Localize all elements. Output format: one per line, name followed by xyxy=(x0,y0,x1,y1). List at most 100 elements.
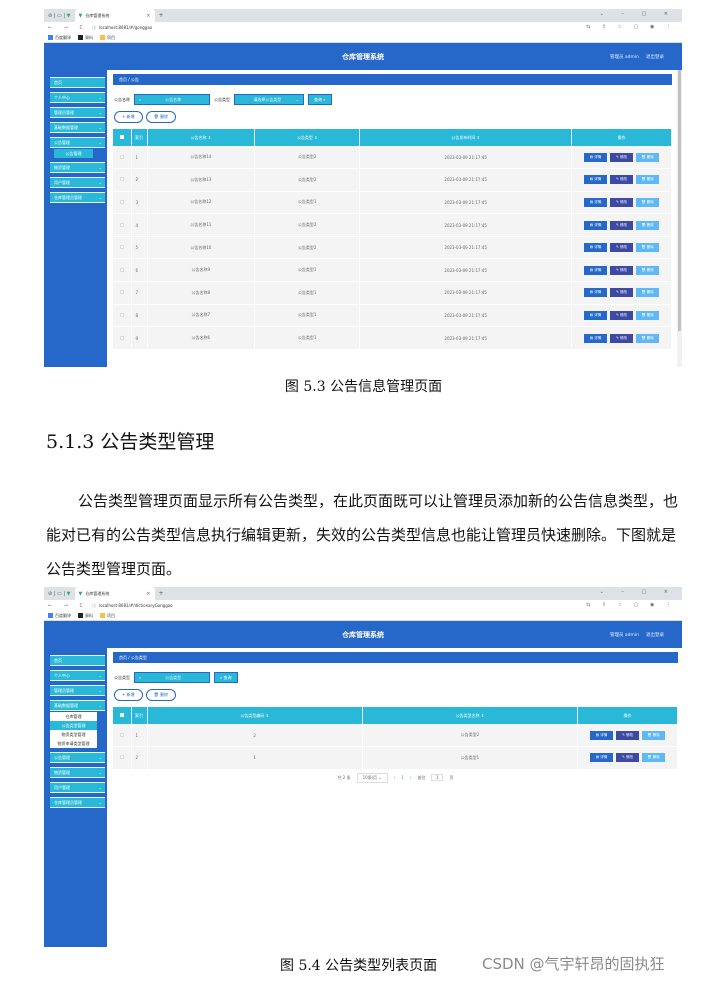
edit-button[interactable]: ✎ 修改 xyxy=(610,220,633,230)
browser-toolbar-icons[interactable]: ⇆ ⇪ ☆ ▢ ◉ ⋮ xyxy=(586,602,676,608)
add-button[interactable]: + 新增 xyxy=(114,689,143,701)
detail-button[interactable]: ▤ 详情 xyxy=(590,753,613,763)
sidebar-item-profile[interactable]: 个人中心 ⌄ xyxy=(50,670,105,681)
bookmark-item[interactable]: 百度翻译 xyxy=(48,35,71,41)
edit-button[interactable]: ✎ 修改 xyxy=(610,310,633,320)
sidebar-item-basic-data[interactable]: 基础数据管理 ⌄ xyxy=(50,700,105,711)
url-field[interactable]: localhost:8081/#/dictionaryGonggao xyxy=(99,603,173,608)
row-checkbox[interactable] xyxy=(113,236,132,260)
row-delete-button[interactable]: 🗑 删除 xyxy=(636,310,659,320)
search-button[interactable]: 查询 ⌕ xyxy=(308,94,332,105)
sidebar-item-materials[interactable]: 物资管理 ⌄ xyxy=(50,162,105,173)
edit-button[interactable]: ✎ 修改 xyxy=(610,333,633,343)
row-delete-button[interactable]: 🗑 删除 xyxy=(636,220,659,230)
row-checkbox[interactable] xyxy=(113,326,132,350)
select-all-checkbox[interactable] xyxy=(113,707,132,724)
detail-button[interactable]: ▤ 详情 xyxy=(584,265,607,275)
sidebar-item-home[interactable]: 首页 xyxy=(50,655,105,666)
bookmark-item[interactable]: 資料 xyxy=(78,35,93,41)
close-tab-icon[interactable]: × xyxy=(146,13,150,19)
detail-button[interactable]: ▤ 详情 xyxy=(584,220,607,230)
row-checkbox[interactable] xyxy=(113,191,132,215)
sidebar-item-admins[interactable]: 管理员管理 ⌄ xyxy=(50,685,105,696)
bookmark-item[interactable]: 百度翻译 xyxy=(48,613,71,619)
detail-button[interactable]: ▤ 详情 xyxy=(584,243,607,253)
row-checkbox[interactable] xyxy=(113,258,132,283)
row-checkbox[interactable] xyxy=(113,213,132,237)
delete-button[interactable]: 🗑 删除 xyxy=(145,689,176,701)
row-delete-button[interactable]: 🗑 删除 xyxy=(636,333,659,343)
detail-button[interactable]: ▤ 详情 xyxy=(584,197,607,207)
add-button[interactable]: + 新增 xyxy=(114,111,143,123)
sidebar-item-announcements[interactable]: 公告管理 ⌄ xyxy=(50,752,105,763)
edit-button[interactable]: ✎ 修改 xyxy=(616,730,639,740)
row-delete-button[interactable]: 🗑 删除 xyxy=(636,197,659,207)
nav-buttons[interactable]: ← → C xyxy=(48,603,88,609)
submenu-item-announcement-type[interactable]: 公告类型管理 xyxy=(50,721,97,730)
edit-button[interactable]: ✎ 修改 xyxy=(610,265,633,275)
sidebar-item-admins[interactable]: 管理员管理 ⌄ xyxy=(50,107,105,118)
detail-button[interactable]: ▤ 详情 xyxy=(584,288,607,298)
sidebar-item-home[interactable]: 首页 xyxy=(50,77,105,88)
type-search-input[interactable]: ⌕ 公告类型 xyxy=(134,672,210,683)
sidebar-item-users[interactable]: 用户管理 ⌄ xyxy=(50,177,105,188)
col-time[interactable]: 公告发布时间 ⇕ xyxy=(359,129,572,146)
new-tab-icon[interactable]: + xyxy=(159,12,164,19)
row-delete-button[interactable]: 🗑 删除 xyxy=(636,265,659,275)
row-delete-button[interactable]: 🗑 删除 xyxy=(636,243,659,253)
tab-actions-icon[interactable]: ⊘ | ▭ | ▼ xyxy=(48,13,71,19)
new-tab-icon[interactable]: + xyxy=(159,590,164,597)
row-checkbox[interactable] xyxy=(113,746,132,770)
nav-buttons[interactable]: ← → C xyxy=(48,25,88,31)
tab-actions-icon[interactable]: ⊘ | ▭ | ▼ xyxy=(48,591,71,597)
submenu-item-warehouse[interactable]: 仓库管理 xyxy=(50,712,97,721)
row-checkbox[interactable] xyxy=(113,168,132,192)
row-checkbox[interactable] xyxy=(113,724,132,748)
edit-button[interactable]: ✎ 修改 xyxy=(610,243,633,253)
window-controls[interactable]: ⌄ – ▢ × xyxy=(600,589,676,595)
row-delete-button[interactable]: 🗑 删除 xyxy=(636,152,659,162)
col-type[interactable]: 公告类型 ⇕ xyxy=(254,129,361,146)
row-checkbox[interactable] xyxy=(113,281,132,305)
sidebar-item-warehouse-admins[interactable]: 仓库管理员管理 ⌄ xyxy=(50,192,105,203)
row-delete-button[interactable]: 🗑 删除 xyxy=(636,175,659,185)
col-code[interactable]: 公告类型编码 ⇕ xyxy=(147,707,363,724)
sidebar-item-profile[interactable]: 个人中心 ⌄ xyxy=(50,92,105,103)
delete-button[interactable]: 🗑 删除 xyxy=(145,111,176,123)
edit-button[interactable]: ✎ 修改 xyxy=(610,152,633,162)
type-select[interactable]: 请选择公告类型 ⌄ xyxy=(234,94,304,105)
row-delete-button[interactable]: 🗑 删除 xyxy=(642,730,665,740)
browser-tab[interactable]: ▼ 仓库管理系统 × xyxy=(74,9,155,22)
page-size-select[interactable]: 10条/页 ⌄ xyxy=(356,772,388,783)
edit-button[interactable]: ✎ 修改 xyxy=(616,753,639,763)
submenu-item-material-type[interactable]: 物资类型管理 xyxy=(50,730,97,739)
sidebar-item-materials[interactable]: 物资管理 ⌄ xyxy=(50,767,105,778)
submenu-item-material-request-type[interactable]: 物资申请类型管理 xyxy=(50,739,97,748)
url-field[interactable]: localhost:8081/#/gonggao xyxy=(99,25,152,30)
detail-button[interactable]: ▤ 详情 xyxy=(590,730,613,740)
name-search-input[interactable]: ⌕ 公告名称 xyxy=(134,94,210,105)
sidebar-subitem-announcements[interactable]: 公告管理 xyxy=(54,149,93,158)
sidebar-item-warehouse-admins[interactable]: 仓库管理员管理 ⌄ xyxy=(50,797,105,808)
edit-button[interactable]: ✎ 修改 xyxy=(610,175,633,185)
select-all-checkbox[interactable] xyxy=(113,129,132,146)
col-name[interactable]: 公告名称 ⇕ xyxy=(147,129,256,146)
sidebar-item-users[interactable]: 用户管理 ⌄ xyxy=(50,782,105,793)
bookmark-item[interactable]: 資料 xyxy=(78,613,93,619)
logout-link[interactable]: 退出登录 xyxy=(646,632,664,638)
browser-tab[interactable]: ▼ 仓库管理系统 × xyxy=(74,587,155,600)
row-checkbox[interactable] xyxy=(113,146,132,170)
sidebar-item-basic-data[interactable]: 基础数据管理 ⌄ xyxy=(50,122,105,133)
next-page-icon[interactable]: › xyxy=(410,775,412,780)
col-type-name[interactable]: 公告类型名称 ⇕ xyxy=(362,707,579,724)
detail-button[interactable]: ▤ 详情 xyxy=(584,175,607,185)
detail-button[interactable]: ▤ 详情 xyxy=(584,333,607,343)
row-delete-button[interactable]: 🗑 删除 xyxy=(636,288,659,298)
page-number-current[interactable]: 1 xyxy=(401,775,404,780)
bookmark-item[interactable]: 项目 xyxy=(100,613,115,619)
edit-button[interactable]: ✎ 修改 xyxy=(610,288,633,298)
logout-link[interactable]: 退出登录 xyxy=(646,54,664,60)
prev-page-icon[interactable]: ‹ xyxy=(394,775,396,780)
goto-page-input[interactable]: 1 xyxy=(431,774,444,782)
edit-button[interactable]: ✎ 修改 xyxy=(610,197,633,207)
